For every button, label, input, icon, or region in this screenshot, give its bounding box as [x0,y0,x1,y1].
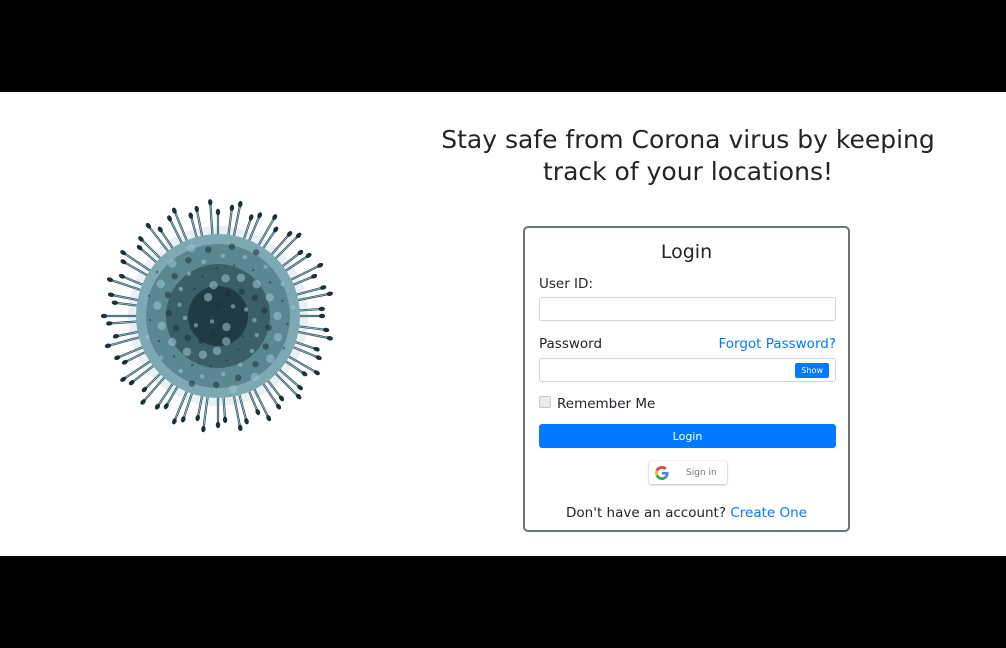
forgot-password-link[interactable]: Forgot Password? [719,335,837,353]
login-page: Stay safe from Corona virus by keeping t… [0,92,1006,556]
remember-me-label[interactable]: Remember Me [557,395,655,413]
virus-icon [100,199,333,433]
google-sign-in-button[interactable]: Sign in [649,461,727,484]
signup-prompt-text: Don't have an account? [566,505,727,521]
letterbox-bottom [0,556,1006,648]
user-id-field-wrapper [539,297,836,321]
coronavirus-illustration [20,196,400,466]
remember-me-row: Remember Me [539,395,655,413]
create-account-link[interactable]: Create One [730,505,807,521]
user-id-label: User ID: [539,276,593,292]
login-title: Login [660,241,713,263]
login-card: Login User ID: Password Forgot Password?… [523,226,850,532]
login-button[interactable]: Login [539,424,836,448]
letterbox-top [0,0,1006,92]
page-headline: Stay safe from Corona virus by keeping t… [441,125,935,186]
signup-prompt: Don't have an account? Create One [525,504,848,522]
remember-me-checkbox[interactable] [539,396,551,408]
password-field-wrapper: Show [539,358,836,382]
google-sign-in-label: Sign in [686,467,717,478]
password-label: Password [539,336,603,352]
user-id-input[interactable] [540,298,835,320]
google-g-icon [655,465,669,480]
show-password-button[interactable]: Show [795,363,829,378]
password-input[interactable] [540,359,790,381]
